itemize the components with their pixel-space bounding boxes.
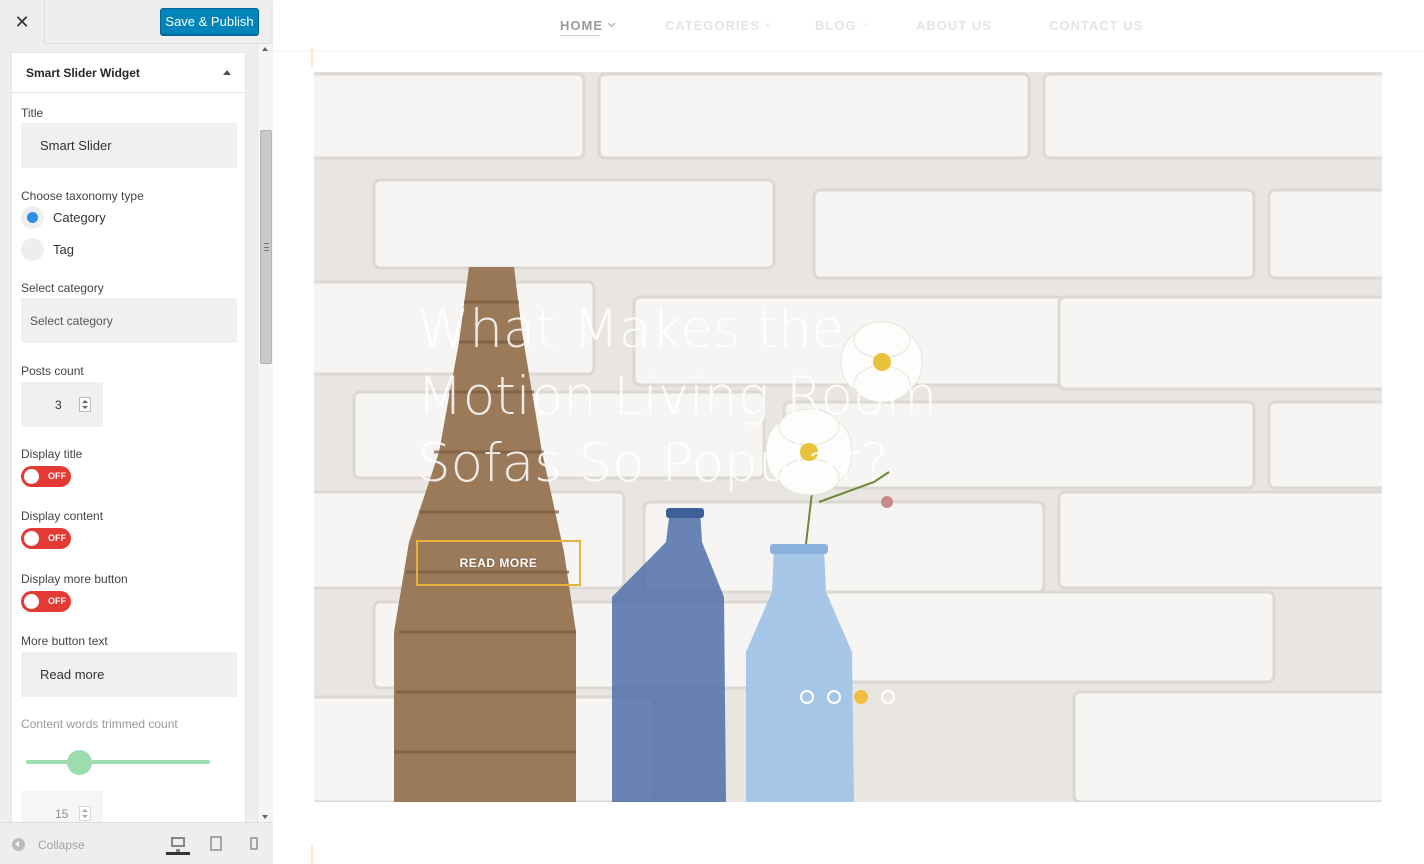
tablet-icon <box>210 836 222 851</box>
accent-line <box>311 48 313 66</box>
scroll-up-arrow-icon[interactable] <box>262 47 268 51</box>
slider-dot-3[interactable] <box>854 690 868 704</box>
display-more-toggle[interactable]: OFF <box>21 591 71 612</box>
trim-label: Content words trimmed count <box>21 717 178 731</box>
nav-about[interactable]: ABOUT US <box>916 18 992 33</box>
save-publish-button[interactable]: Save & Publish <box>160 8 259 35</box>
accent-line <box>311 846 313 864</box>
tablet-preview-button[interactable] <box>204 833 228 855</box>
widget-header[interactable]: Smart Slider Widget <box>12 53 245 93</box>
customizer-panel: ✕ Save & Publish Smart Slider Widget Tit… <box>0 0 273 864</box>
nav-categories[interactable]: CATEGORIES <box>665 18 773 33</box>
display-content-label: Display content <box>21 509 104 523</box>
read-more-button[interactable]: READ MORE <box>416 540 581 586</box>
more-text-input[interactable]: Read more <box>21 652 237 697</box>
posts-count-value: 3 <box>55 398 62 412</box>
trim-slider-track[interactable] <box>26 760 210 764</box>
toggle-knob <box>24 531 39 546</box>
taxonomy-label: Choose taxonomy type <box>21 189 144 203</box>
active-underline <box>560 35 600 36</box>
desktop-icon <box>171 837 185 852</box>
panel-header: ✕ Save & Publish <box>0 0 273 44</box>
more-text-label: More button text <box>21 634 108 648</box>
desktop-preview-button[interactable] <box>166 833 190 855</box>
nav-contact-label: CONTACT US <box>1049 18 1144 33</box>
nav-blog-label: BLOG <box>815 18 857 33</box>
nav-blog[interactable]: BLOG <box>815 18 869 33</box>
category-label: Select category <box>21 281 104 295</box>
trim-count-input[interactable]: 15 <box>21 791 103 822</box>
radio-category-label[interactable]: Category <box>53 210 106 225</box>
nav-home[interactable]: HOME <box>560 18 616 36</box>
toggle-knob <box>24 594 39 609</box>
spinner-icon[interactable] <box>79 806 91 821</box>
title-input[interactable]: Smart Slider <box>21 123 237 168</box>
controls-scroll-area: Smart Slider Widget Title Smart Slider C… <box>0 44 273 822</box>
display-content-toggle[interactable]: OFF <box>21 528 71 549</box>
panel-footer: Collapse <box>0 822 273 864</box>
nav-home-label: HOME <box>560 18 603 33</box>
hero-slider[interactable]: What Makes the Motion Living Room Sofas … <box>314 72 1382 802</box>
collapse-arrow-icon[interactable] <box>12 838 25 851</box>
nav-categories-label: CATEGORIES <box>665 18 760 33</box>
close-icon[interactable]: ✕ <box>0 0 45 44</box>
nav-about-label: ABOUT US <box>916 18 992 33</box>
mobile-preview-button[interactable] <box>242 833 266 855</box>
spinner-icon[interactable] <box>79 397 91 412</box>
grip-icon <box>264 243 269 251</box>
radio-tag-label[interactable]: Tag <box>53 242 74 257</box>
main-navigation: HOME CATEGORIES BLOG ABOUT US CONTACT US <box>273 0 1424 50</box>
toggle-knob <box>24 469 39 484</box>
hero-title: What Makes the Motion Living Room Sofas … <box>417 299 938 494</box>
scroll-down-arrow-icon[interactable] <box>262 815 268 819</box>
panel-scrollbar[interactable] <box>257 44 273 822</box>
toggle-state: OFF <box>48 471 66 481</box>
posts-count-input[interactable]: 3 <box>21 382 103 427</box>
smart-slider-widget: Smart Slider Widget Title Smart Slider C… <box>11 52 246 822</box>
collapse-button[interactable]: Collapse <box>38 838 85 852</box>
slider-dot-2[interactable] <box>827 690 841 704</box>
radio-tag[interactable] <box>21 238 44 261</box>
display-title-label: Display title <box>21 447 83 461</box>
site-preview: HOME CATEGORIES BLOG ABOUT US CONTACT US <box>273 0 1424 864</box>
title-label: Title <box>21 106 44 120</box>
chevron-down-icon <box>607 19 616 28</box>
widget-title: Smart Slider Widget <box>26 65 140 80</box>
nav-contact[interactable]: CONTACT US <box>1049 18 1143 33</box>
slider-dot-1[interactable] <box>800 690 814 704</box>
chevron-down-icon <box>764 19 773 28</box>
chevron-down-icon <box>861 19 869 28</box>
radio-category[interactable] <box>21 206 44 229</box>
trim-count-value: 15 <box>55 807 69 821</box>
scrollbar-thumb[interactable] <box>260 130 272 364</box>
collapse-caret-icon[interactable] <box>223 70 231 75</box>
slider-dot-4[interactable] <box>881 690 895 704</box>
category-select[interactable]: Select category <box>21 298 237 343</box>
display-more-label: Display more button <box>21 572 128 586</box>
toggle-state: OFF <box>48 533 66 543</box>
mobile-icon <box>250 837 258 850</box>
trim-slider-thumb[interactable] <box>67 750 92 775</box>
radio-selected-dot <box>27 212 38 223</box>
posts-count-label: Posts count <box>21 364 84 378</box>
toggle-state: OFF <box>48 596 66 606</box>
display-title-toggle[interactable]: OFF <box>21 466 71 487</box>
